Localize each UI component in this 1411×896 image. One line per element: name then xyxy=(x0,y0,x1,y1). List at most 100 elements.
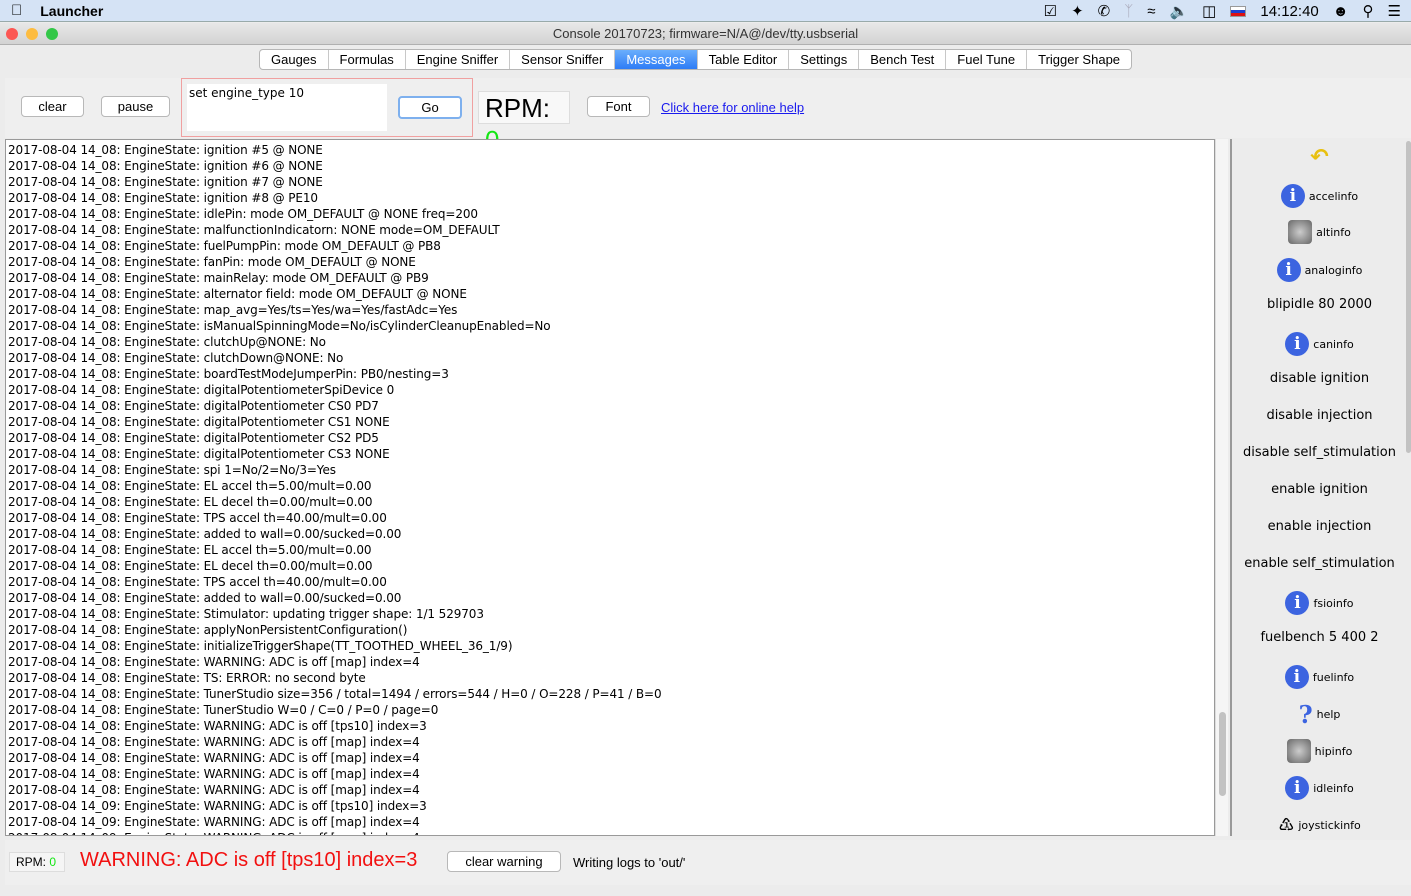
window-titlebar: Console 20170723; firmware=N/A@/dev/tty.… xyxy=(0,23,1411,45)
info-icon: i xyxy=(1276,258,1301,282)
sidebar-item-blipidle-80-2000[interactable]: blipidle 80 2000 xyxy=(1232,292,1405,316)
phone-icon[interactable]: ✆ xyxy=(1098,2,1111,20)
user-icon[interactable]: ☻ xyxy=(1333,3,1349,20)
status-rpm-value: 0 xyxy=(49,855,57,869)
sidebar-item-idleinfo[interactable]: i idleinfo xyxy=(1232,776,1405,800)
sidebar-item-label: help xyxy=(1316,707,1341,721)
tab-fuel-tune[interactable]: Fuel Tune xyxy=(946,50,1028,69)
log-line: 2017-08-04 14_08: EngineState: WARNING: … xyxy=(8,735,420,749)
log-line: 2017-08-04 14_08: EngineState: TunerStud… xyxy=(8,687,662,701)
log-line: 2017-08-04 14_08: EngineState: applyNonP… xyxy=(8,623,408,637)
sidebar-item-help[interactable]: ? help xyxy=(1232,700,1405,729)
log-line: 2017-08-04 14_08: EngineState: isManualS… xyxy=(8,319,551,333)
sidebar-item-analoginfo[interactable]: i analoginfo xyxy=(1232,258,1405,282)
sidebar-scrollbar-thumb[interactable] xyxy=(1406,141,1411,453)
tab-trigger-shape[interactable]: Trigger Shape xyxy=(1027,50,1131,69)
clear-warning-button[interactable]: clear warning xyxy=(447,851,561,872)
sidebar-scrollbar[interactable] xyxy=(1405,139,1411,836)
tab-messages[interactable]: Messages xyxy=(615,50,698,69)
tab-gauges[interactable]: Gauges xyxy=(260,50,329,69)
sidebar-item-fuelbench-5-400-2[interactable]: fuelbench 5 400 2 xyxy=(1232,625,1405,649)
sidebar-item-label: accelinfo xyxy=(1308,189,1359,203)
fire-icon[interactable]: ✦ xyxy=(1071,2,1084,20)
log-line: 2017-08-04 14_08: EngineState: ignition … xyxy=(8,143,323,157)
clear-button[interactable]: clear xyxy=(21,96,84,117)
zoom-icon[interactable] xyxy=(46,28,58,40)
menubar-tray: ☑ ✦ ✆ ᛉ ≈ 🔈 ◫ 14:12:40 ☻ ⚲ ☰ xyxy=(1044,0,1401,22)
sidebar-item-accelinfo[interactable]: i accelinfo xyxy=(1232,184,1405,208)
bluetooth-icon[interactable]: ᛉ xyxy=(1124,3,1133,20)
log-scrollbar[interactable] xyxy=(1215,139,1228,836)
go-button[interactable]: Go xyxy=(398,96,462,119)
command-input[interactable]: set engine_type 10 xyxy=(187,84,387,131)
sidebar-item-joystickinfo[interactable]: ♳ joystickinfo xyxy=(1232,813,1405,836)
apple-icon[interactable]:  xyxy=(11,2,22,19)
sidebar-item-disable-ignition[interactable]: disable ignition xyxy=(1232,366,1405,390)
status-rpm-label: RPM: xyxy=(16,855,50,869)
sidebar-item-label: idleinfo xyxy=(1313,781,1354,795)
log-scrollbar-thumb[interactable] xyxy=(1219,712,1226,796)
sidebar-item-enable-self-stimulation[interactable]: enable self_stimulation xyxy=(1232,551,1405,575)
message-log[interactable]: 2017-08-04 14_08: EngineState: ignition … xyxy=(5,139,1215,836)
wifi-icon[interactable]: ≈ xyxy=(1147,3,1155,20)
log-line: 2017-08-04 14_08: EngineState: EL decel … xyxy=(8,559,373,573)
sidebar-item-disable-injection[interactable]: disable injection xyxy=(1232,403,1405,427)
log-line: 2017-08-04 14_08: EngineState: spi 1=No/… xyxy=(8,463,336,477)
volume-icon[interactable]: 🔈 xyxy=(1169,2,1188,20)
sidebar-item-label: hipinfo xyxy=(1314,744,1353,758)
sidebar-item-label: blipidle 80 2000 xyxy=(1266,296,1373,312)
log-line: 2017-08-04 14_08: EngineState: WARNING: … xyxy=(8,655,420,669)
rpm-label: RPM: xyxy=(485,93,550,123)
sidebar-item-fsioinfo[interactable]: i fsioinfo xyxy=(1232,591,1405,615)
sidebar-item-disable-self-stimulation[interactable]: disable self_stimulation xyxy=(1232,440,1405,464)
app-name[interactable]: Launcher xyxy=(40,3,103,19)
warning-message: WARNING: ADC is off [tps10] index=3 xyxy=(80,849,418,871)
sidebar-item-label: disable injection xyxy=(1266,407,1373,423)
log-line: 2017-08-04 14_08: EngineState: EL accel … xyxy=(8,543,372,557)
rpm-display: RPM: 0 xyxy=(478,91,570,155)
tab-sensor-sniffer[interactable]: Sensor Sniffer xyxy=(510,50,616,69)
sidebar-item-altinfo[interactable]: altinfo xyxy=(1232,220,1405,244)
battery-icon[interactable]: ◫ xyxy=(1202,2,1216,20)
log-line: 2017-08-04 14_08: EngineState: WARNING: … xyxy=(8,751,420,765)
log-line: 2017-08-04 14_08: EngineState: fanPin: m… xyxy=(8,255,416,269)
log-line: 2017-08-04 14_08: EngineState: digitalPo… xyxy=(8,383,395,397)
search-icon[interactable]: ⚲ xyxy=(1363,2,1374,20)
list-icon[interactable]: ☰ xyxy=(1388,2,1401,20)
close-icon[interactable] xyxy=(6,28,18,40)
log-line: 2017-08-04 14_08: EngineState: ignition … xyxy=(8,191,318,205)
tab-table-editor[interactable]: Table Editor xyxy=(698,50,790,69)
font-button[interactable]: Font xyxy=(587,96,650,117)
flag-ru-icon[interactable] xyxy=(1230,5,1247,17)
sidebar-item-caninfo[interactable]: i caninfo xyxy=(1232,332,1405,356)
info-icon: i xyxy=(1285,332,1310,356)
pause-button[interactable]: pause xyxy=(101,96,170,117)
clock[interactable]: 14:12:40 xyxy=(1260,3,1318,20)
info-icon: i xyxy=(1284,665,1309,689)
sidebar-item-enable-ignition[interactable]: enable ignition xyxy=(1232,477,1405,501)
alternator-icon xyxy=(1288,220,1313,244)
tab-bench-test[interactable]: Bench Test xyxy=(859,50,947,69)
sidebar-item-label: disable ignition xyxy=(1269,370,1370,386)
log-line: 2017-08-04 14_08: EngineState: TS: ERROR… xyxy=(8,671,366,685)
log-line: 2017-08-04 14_08: EngineState: added to … xyxy=(8,591,402,605)
sidebar-item-hipinfo[interactable]: hipinfo xyxy=(1232,739,1405,763)
sidebar-item-label: fuelinfo xyxy=(1312,670,1355,684)
checkmark-icon[interactable]: ☑ xyxy=(1044,2,1057,20)
minimize-icon[interactable] xyxy=(26,28,38,40)
tab-settings[interactable]: Settings xyxy=(789,50,860,69)
sidebar-item-back[interactable]: ↶ xyxy=(1232,145,1405,170)
tab-formulas[interactable]: Formulas xyxy=(329,50,406,69)
log-line: 2017-08-04 14_08: EngineState: digitalPo… xyxy=(8,431,379,445)
log-line: 2017-08-04 14_08: EngineState: EL decel … xyxy=(8,495,373,509)
log-line: 2017-08-04 14_08: EngineState: clutchUp@… xyxy=(8,335,326,349)
sidebar-item-label: enable self_stimulation xyxy=(1244,555,1395,571)
sidebar-item-fuelinfo[interactable]: i fuelinfo xyxy=(1232,665,1405,689)
mac-menubar:  Launcher ☑ ✦ ✆ ᛉ ≈ 🔈 ◫ 14:12:40 ☻ ⚲ ☰ xyxy=(0,0,1411,22)
sidebar-item-enable-injection[interactable]: enable injection xyxy=(1232,514,1405,538)
tab-engine-sniffer[interactable]: Engine Sniffer xyxy=(406,50,511,69)
log-line: 2017-08-04 14_08: EngineState: mainRelay… xyxy=(8,271,429,285)
online-help-link[interactable]: Click here for online help xyxy=(661,100,804,115)
log-line: 2017-08-04 14_08: EngineState: malfuncti… xyxy=(8,223,500,237)
log-line: 2017-08-04 14_08: EngineState: added to … xyxy=(8,527,402,541)
